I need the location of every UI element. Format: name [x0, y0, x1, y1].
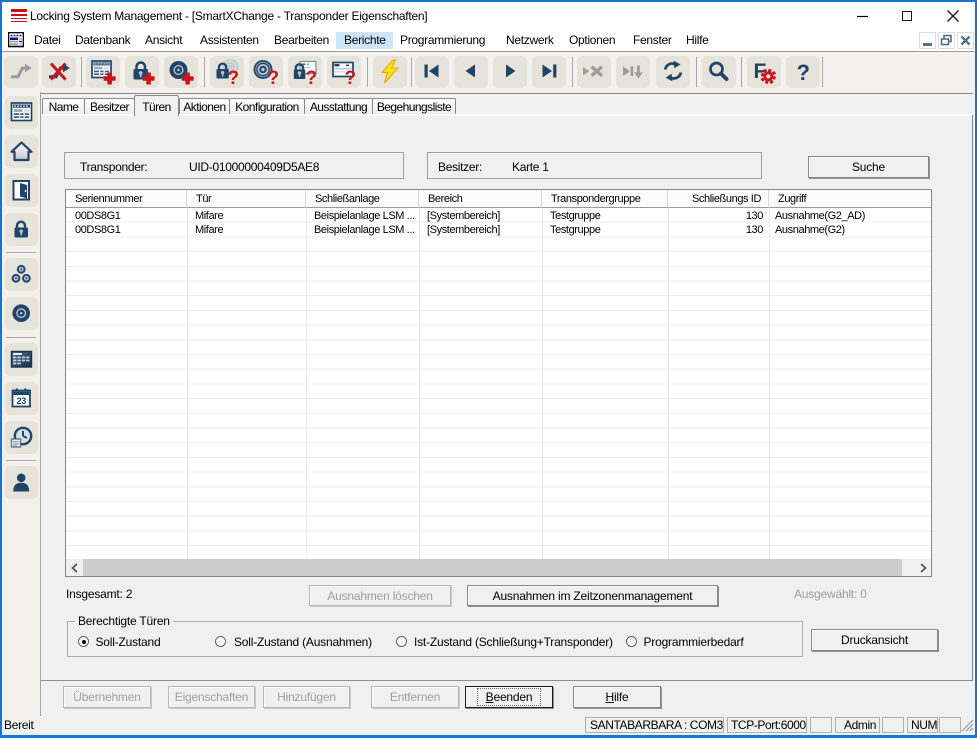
svg-text:?: ?: [344, 68, 355, 85]
svg-text:?: ?: [267, 68, 278, 85]
svg-text:23: 23: [17, 396, 27, 406]
svg-text:?: ?: [796, 60, 809, 85]
svg-text:?: ?: [227, 68, 238, 85]
svg-text:?: ?: [305, 68, 316, 85]
